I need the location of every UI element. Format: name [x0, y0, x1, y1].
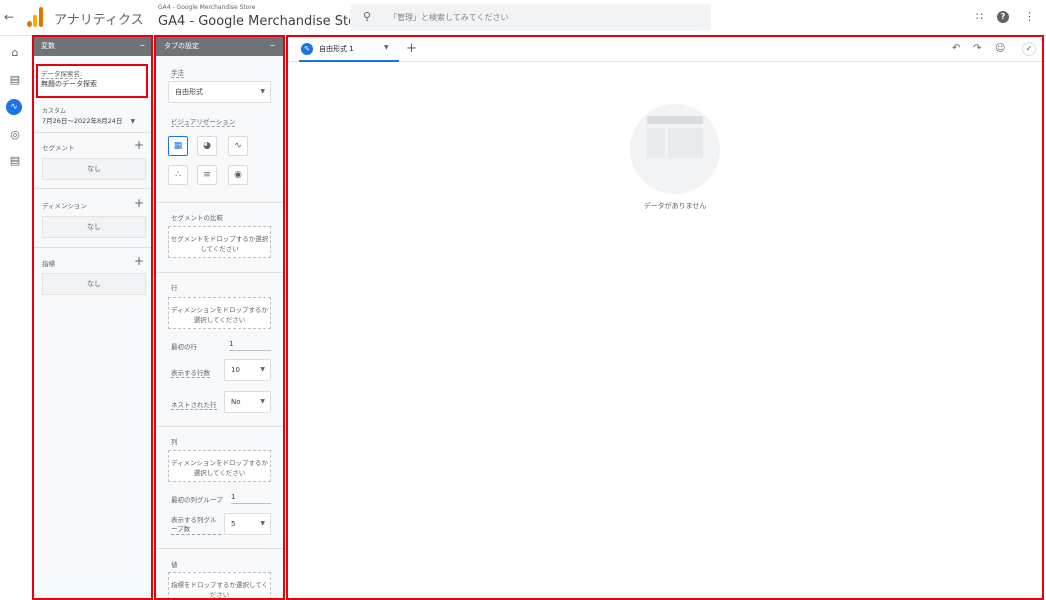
tab-label: 自由形式 1 [319, 45, 354, 53]
divider [32, 188, 153, 189]
divider [155, 272, 283, 273]
divider [155, 426, 283, 427]
tab-settings-header: タブの設定 – [155, 36, 283, 56]
search-placeholder: 「管理」と検索してみてください [389, 13, 509, 22]
dimensions-label: ディメンション [42, 202, 88, 210]
rows-label: 行 [171, 284, 178, 292]
search-bar[interactable]: ⚲ 「管理」と検索してみてください [350, 4, 711, 31]
add-metric-icon[interactable]: + [134, 255, 144, 267]
show-col-groups-label: 表示する列グループ数 [171, 516, 221, 535]
add-dimension-icon[interactable]: + [134, 197, 144, 209]
share-user-icon[interactable]: ☺ [995, 43, 1005, 54]
variables-panel: 変数 – データ探索名: 無題のデータ探索 カスタム 7月26日〜2022年8月… [32, 36, 153, 600]
values-drop-zone[interactable]: 指標をドロップするか選択してください [168, 572, 271, 600]
visualization-label: ビジュアリゼーション [171, 118, 236, 127]
line-viz-icon[interactable]: ∿ [228, 136, 248, 156]
help-icon[interactable]: ? [997, 11, 1009, 23]
first-row-label: 最初の行 [171, 343, 197, 351]
caret-down-icon: ▼ [260, 88, 265, 95]
bar-viz-icon[interactable]: ≡ [197, 165, 217, 185]
rows-drop-zone[interactable]: ディメンションをドロップするか選択してください [168, 297, 271, 329]
scatter-viz-icon[interactable]: ∴ [168, 165, 188, 185]
donut-viz-icon[interactable]: ◕ [197, 136, 217, 156]
exploration-canvas: ✎ 自由形式 1 ▼ + ↶ ↷ ☺ ✓ データがありません [285, 36, 1046, 600]
top-bar: ← アナリティクス GA4 - Google Merchandise Store… [0, 0, 1046, 36]
show-col-groups-value: 5 [231, 520, 236, 528]
first-col-group-input[interactable]: 1 [231, 493, 271, 504]
collapse-icon[interactable]: – [270, 36, 275, 56]
advertising-icon[interactable]: ◎ [8, 128, 22, 142]
caret-down-icon: ▼ [260, 398, 265, 405]
first-row-input[interactable]: 1 [229, 340, 271, 351]
apps-icon[interactable]: ∷ [976, 10, 983, 23]
explore-icon[interactable]: ∿ [6, 99, 22, 115]
nested-rows-value: No [231, 398, 241, 406]
property-account-name[interactable]: GA4 - Google Merchandise Store [158, 4, 255, 11]
empty-state-illustration [630, 104, 720, 194]
variables-panel-title: 変数 [41, 42, 55, 50]
caret-down-icon: ▼ [260, 520, 265, 527]
caret-down-icon: ▼ [130, 118, 136, 125]
variables-panel-header: 変数 – [32, 36, 153, 56]
divider [155, 548, 283, 549]
table-viz-icon[interactable]: ▦ [168, 136, 188, 156]
undo-icon[interactable]: ↶ [952, 43, 960, 54]
caret-down-icon[interactable]: ▼ [384, 44, 389, 51]
segment-drop-zone[interactable]: セグメントをドロップするか選択してください [168, 226, 271, 258]
divider [32, 247, 153, 248]
divider [155, 202, 283, 203]
nested-rows-label: ネストされた行 [171, 401, 217, 410]
show-rows-select[interactable]: 10 ▼ [224, 359, 271, 381]
segment-compare-label: セグメントの比較 [171, 214, 223, 222]
exploration-name-value: 無題のデータ探索 [41, 80, 97, 88]
home-icon[interactable]: ⌂ [8, 46, 22, 60]
search-icon: ⚲ [363, 10, 372, 23]
divider [32, 132, 153, 133]
technique-select[interactable]: 自由形式 ▼ [168, 81, 271, 103]
analytics-logo [26, 7, 44, 27]
left-nav-rail: ⌂ ▤ ∿ ◎ ▤ [0, 36, 30, 600]
exploration-name-field[interactable]: データ探索名: 無題のデータ探索 [36, 66, 148, 96]
metrics-none: なし [42, 273, 146, 295]
app-title: アナリティクス [54, 13, 144, 28]
columns-label: 列 [171, 438, 178, 446]
segments-none: なし [42, 158, 146, 180]
technique-value: 自由形式 [175, 88, 203, 96]
pencil-icon: ✎ [301, 43, 313, 55]
reports-icon[interactable]: ▤ [8, 73, 22, 87]
canvas-tabs: ✎ 自由形式 1 ▼ + ↶ ↷ ☺ ✓ [285, 36, 1046, 62]
tab-settings-panel: タブの設定 – 手法 自由形式 ▼ ビジュアリゼーション ▦ ◕ ∿ ∴ ≡ ◉… [155, 36, 283, 600]
caret-down-icon: ▼ [260, 366, 265, 373]
date-range-selector[interactable]: 7月26日〜2022年8月24日 ▼ [42, 115, 135, 125]
add-tab-icon[interactable]: + [406, 41, 417, 56]
exploration-name-label: データ探索名: [41, 70, 83, 79]
property-selector[interactable]: GA4 - Google Merchandise Store [158, 14, 369, 29]
check-status-icon[interactable]: ✓ [1022, 42, 1036, 56]
show-rows-value: 10 [231, 366, 240, 374]
nested-rows-select[interactable]: No ▼ [224, 391, 271, 413]
add-segment-icon[interactable]: + [134, 139, 144, 151]
first-col-group-label: 最初の列グループ [171, 496, 223, 504]
metrics-label: 指標 [42, 260, 55, 268]
segments-label: セグメント [42, 144, 75, 152]
empty-state-message: データがありません [643, 202, 707, 210]
tab-settings-title: タブの設定 [164, 42, 199, 50]
values-label: 値 [171, 561, 178, 569]
show-col-groups-select[interactable]: 5 ▼ [224, 513, 271, 535]
geo-viz-icon[interactable]: ◉ [228, 165, 248, 185]
redo-icon[interactable]: ↷ [973, 43, 981, 54]
show-rows-label: 表示する行数 [171, 369, 210, 378]
dimensions-none: なし [42, 216, 146, 238]
tab-freeform-1[interactable]: ✎ 自由形式 1 ▼ [299, 38, 399, 62]
arrow-back-icon[interactable]: ← [4, 10, 14, 24]
configure-icon[interactable]: ▤ [8, 154, 22, 168]
date-range-label: カスタム [42, 108, 67, 115]
date-range-value: 7月26日〜2022年8月24日 [42, 117, 123, 125]
more-vert-icon[interactable]: ⋮ [1024, 10, 1035, 23]
collapse-icon[interactable]: – [140, 36, 145, 56]
technique-label: 手法 [171, 69, 184, 78]
columns-drop-zone[interactable]: ディメンションをドロップするか選択してください [168, 450, 271, 482]
